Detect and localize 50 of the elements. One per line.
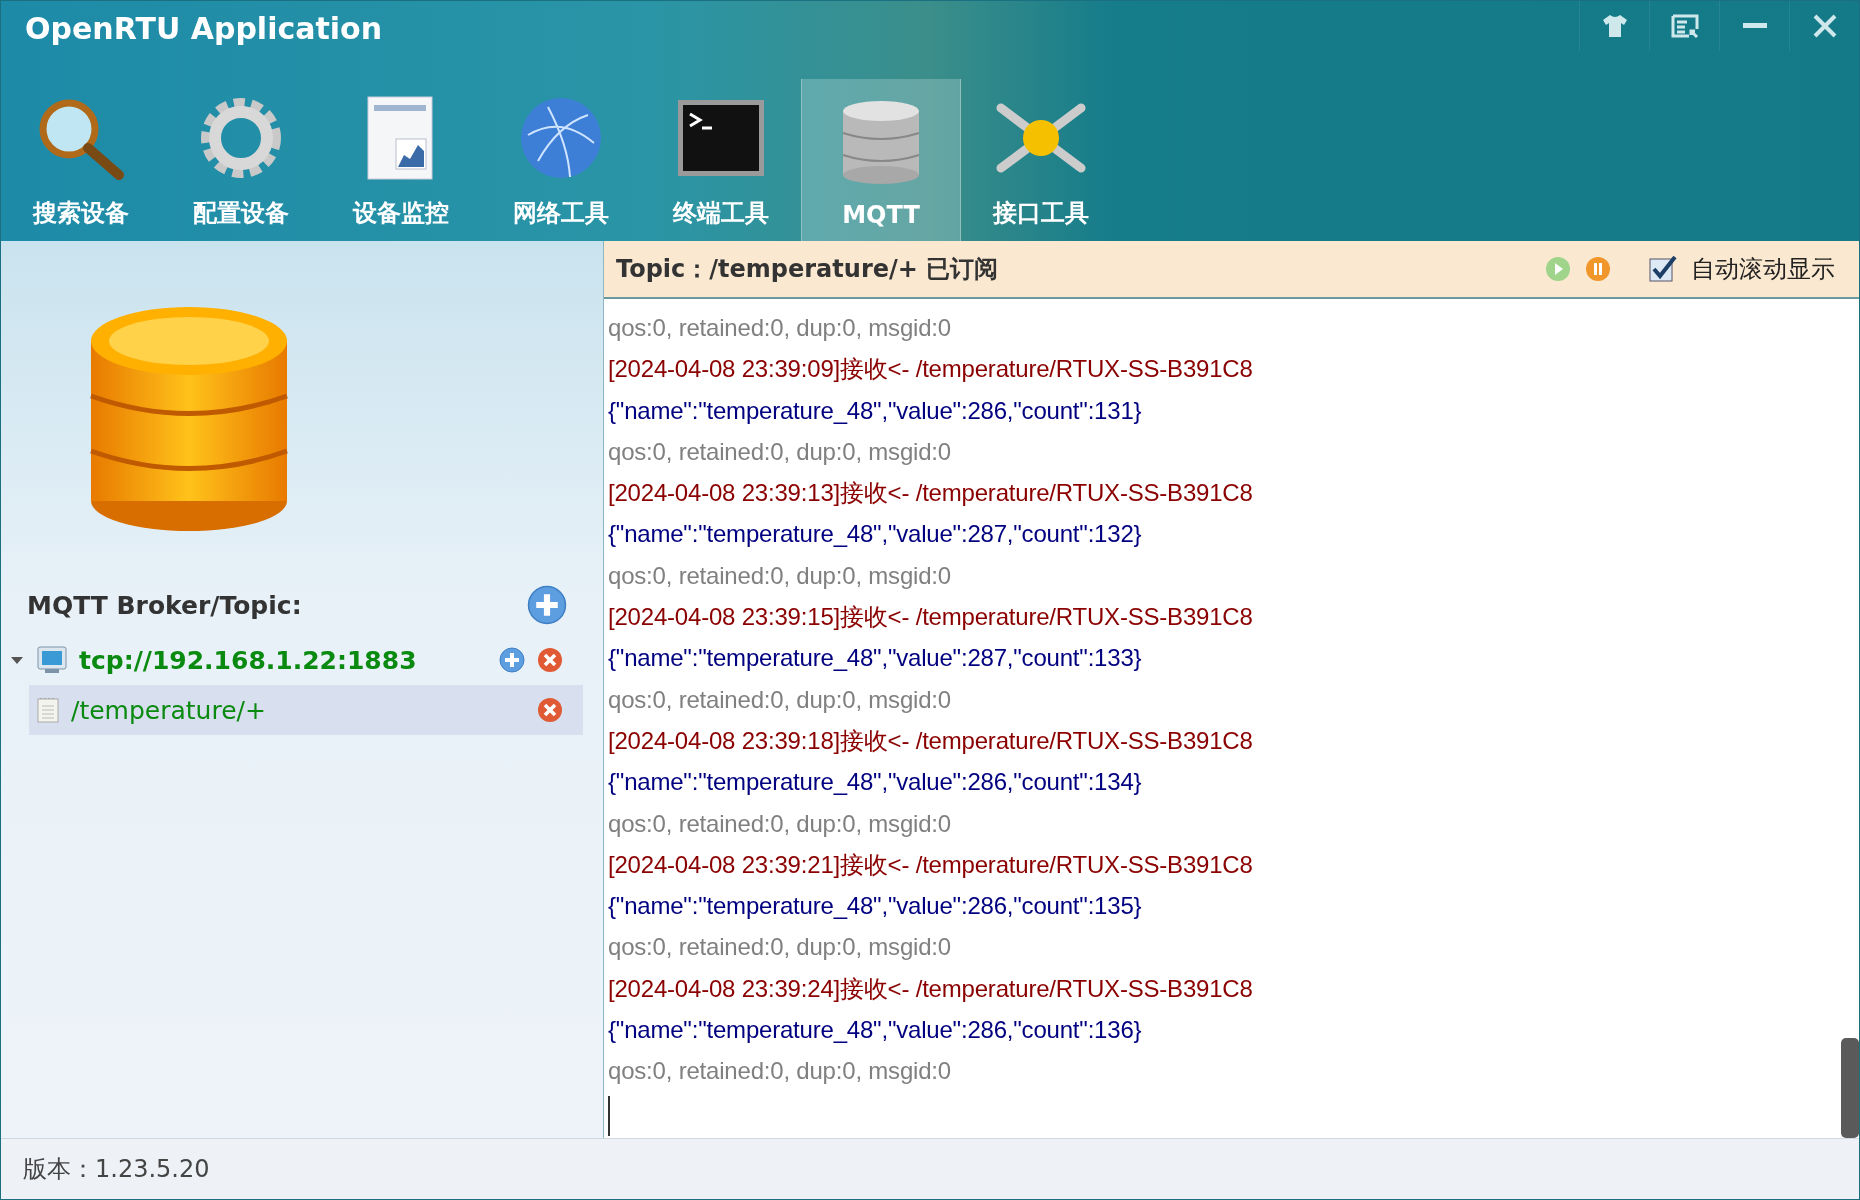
add-broker-icon[interactable] xyxy=(527,585,567,625)
window-title: OpenRTU Application xyxy=(24,10,384,46)
spreadsheet-chart-icon xyxy=(366,95,436,181)
pause-icon[interactable] xyxy=(1585,256,1611,282)
add-icon[interactable] xyxy=(499,647,525,673)
version-label: 版本：1.23.5.20 xyxy=(23,1154,210,1185)
topic-row[interactable]: /temperature/+ xyxy=(29,685,583,735)
shirt-icon xyxy=(1601,14,1628,38)
toolbar-tab[interactable]: 接口工具 xyxy=(961,79,1121,241)
topic-status: Topic：/temperature/+ 已订阅 xyxy=(616,254,1000,285)
log-line: qos:0, retained:0, dup:0, msgid:0 xyxy=(608,1056,952,1087)
log-line: qos:0, retained:0, dup:0, msgid:0 xyxy=(608,932,952,963)
log-line: {"name":"temperature_48","value":286,"count":131} xyxy=(608,395,1143,426)
toolbar-tab[interactable]: MQTT xyxy=(801,79,961,241)
log-line: [2024-04-08 23:39:24]接收<- /temperature/RTUX-SS-B391C8 xyxy=(608,973,1254,1004)
log-line: [2024-04-08 23:39:09]接收<- /temperature/RTUX-SS-B391C8 xyxy=(608,354,1254,385)
window-icon xyxy=(1670,14,1699,38)
notepad-icon xyxy=(37,697,59,723)
toolbar-tab[interactable]: 终端工具 xyxy=(641,79,801,241)
log-line: {"name":"temperature_48","value":286,"count":134} xyxy=(608,767,1143,798)
toolbar-tab[interactable]: 配置设备 xyxy=(161,79,321,241)
log-line: qos:0, retained:0, dup:0, msgid:0 xyxy=(608,313,952,343)
checkbox[interactable] xyxy=(1649,255,1677,283)
checkbox-label: 自动滚动显示 xyxy=(1691,254,1835,285)
minimize-icon xyxy=(1742,23,1767,29)
log-line: [2024-04-08 23:39:15]接收<- /temperature/RTUX-SS-B391C8 xyxy=(608,602,1254,633)
text-cursor xyxy=(608,1095,610,1136)
log-line: {"name":"temperature_48","value":286,"count":136} xyxy=(608,1015,1143,1046)
toolbar-tab[interactable]: 设备监控 xyxy=(321,79,481,241)
delete-icon[interactable] xyxy=(537,697,563,723)
monitor-icon xyxy=(37,646,67,674)
delete-icon[interactable] xyxy=(537,647,563,673)
log-line: qos:0, retained:0, dup:0, msgid:0 xyxy=(608,560,952,591)
log-line: qos:0, retained:0, dup:0, msgid:0 xyxy=(608,436,952,467)
log-line: {"name":"temperature_48","value":287,"count":133} xyxy=(608,643,1143,674)
log-line: {"name":"temperature_48","value":286,"count":135} xyxy=(608,891,1143,922)
broker-row[interactable]: tcp://192.168.1.22:1883 xyxy=(1,635,603,685)
log-line: qos:0, retained:0, dup:0, msgid:0 xyxy=(608,684,952,715)
terminal-icon xyxy=(676,98,766,178)
toolbar-tab[interactable]: 搜索设备 xyxy=(1,79,161,241)
log-line: {"name":"temperature_48","value":287,"count":132} xyxy=(608,519,1143,550)
close-icon xyxy=(1812,14,1837,38)
scrollbar-thumb[interactable] xyxy=(1841,1038,1859,1138)
toolbar-tab[interactable]: 网络工具 xyxy=(481,79,641,241)
log-line: [2024-04-08 23:39:13]接收<- /temperature/RTUX-SS-B391C8 xyxy=(608,478,1254,509)
section-heading: MQTT Broker/Topic: xyxy=(27,590,303,620)
log-line: [2024-04-08 23:39:21]接收<- /temperature/RTUX-SS-B391C8 xyxy=(608,849,1254,880)
globe-icon xyxy=(518,95,604,181)
log-line: [2024-04-08 23:39:18]接收<- /temperature/RTUX-SS-B391C8 xyxy=(608,725,1254,756)
log-line: qos:0, retained:0, dup:0, msgid:0 xyxy=(608,808,952,839)
